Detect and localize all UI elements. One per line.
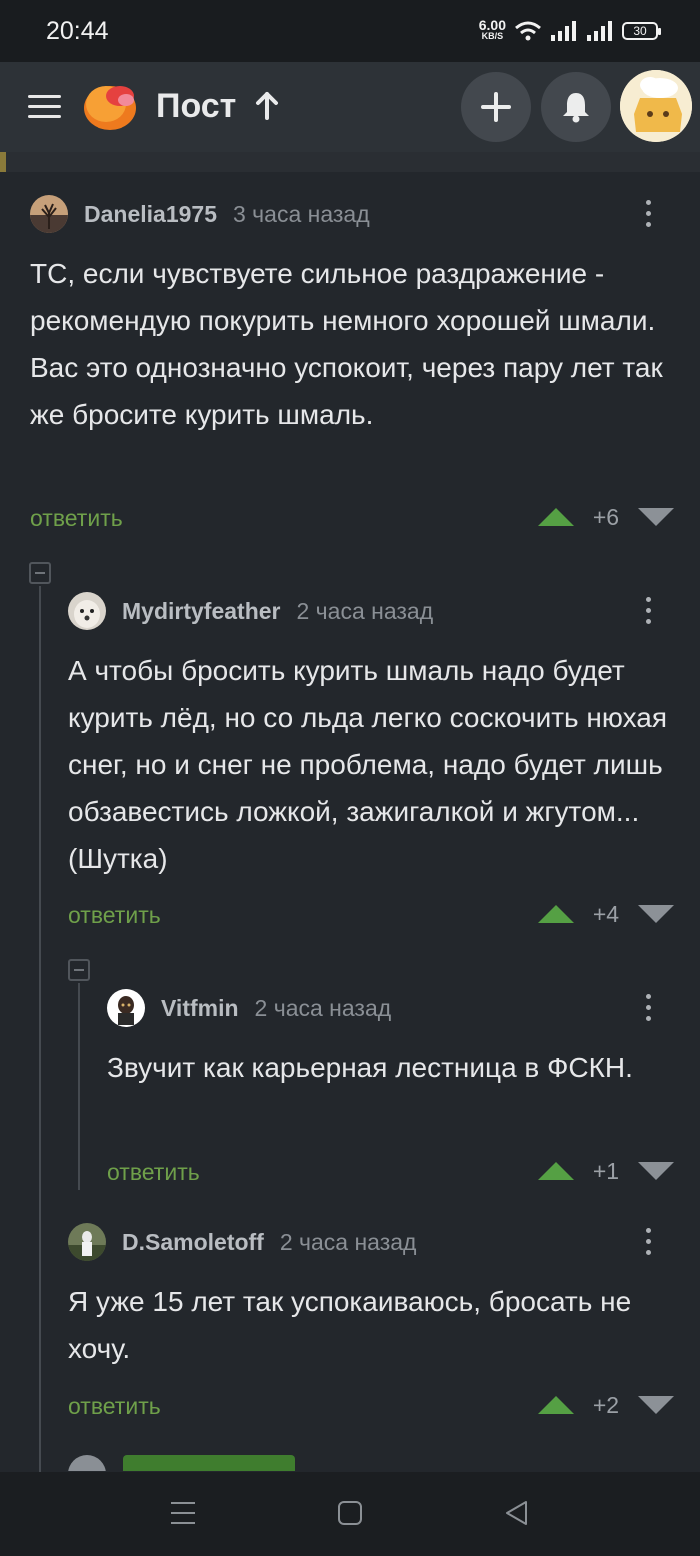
comment-author[interactable]: Mydirtyfeather (122, 598, 280, 625)
status-indicators: 6.00 KB/S 30 (478, 14, 661, 48)
more-options-icon[interactable] (644, 1224, 652, 1258)
home-icon[interactable] (335, 1498, 365, 1528)
signal-icon (587, 21, 612, 41)
previous-comment-fragment (0, 152, 700, 172)
comment-author[interactable]: Vitfmin (161, 995, 239, 1022)
avatar[interactable] (107, 989, 145, 1027)
comment: D.Samoletoff 2 часа назад Я уже 15 лет т… (68, 1222, 674, 1432)
more-options-icon[interactable] (644, 593, 652, 627)
avatar[interactable] (30, 195, 68, 233)
plus-icon (481, 92, 511, 122)
net-speed-value: 6.00 (478, 17, 506, 33)
recent-apps-icon[interactable] (168, 1498, 198, 1528)
vote-score: +2 (592, 1391, 620, 1418)
comment-header: D.Samoletoff 2 часа назад (68, 1222, 416, 1262)
battery-icon: 30 (622, 22, 661, 40)
back-icon[interactable] (502, 1498, 532, 1528)
comment-text: А чтобы бросить курить шмаль надо будет … (68, 655, 667, 874)
vote-controls: +4 (538, 899, 674, 929)
upvote-icon[interactable] (538, 1162, 574, 1180)
avatar (68, 1455, 106, 1471)
vote-controls: +2 (538, 1390, 674, 1420)
logo-icon[interactable] (82, 78, 140, 134)
comment-author[interactable]: Danelia1975 (84, 201, 217, 228)
net-speed-unit: KB/S (481, 31, 504, 41)
vote-score: +1 (592, 1157, 620, 1184)
notifications-button[interactable] (541, 72, 611, 142)
vote-score: +6 (592, 503, 620, 530)
thread-line (39, 586, 41, 1472)
status-bar: 20:44 6.00 KB/S 30 (0, 0, 700, 62)
arrow-up-icon[interactable] (254, 90, 280, 122)
comment-header: Vitfmin 2 часа назад (107, 988, 391, 1028)
thread-line (78, 983, 80, 1190)
more-options-icon[interactable] (644, 990, 652, 1024)
reply-button[interactable]: ответить (68, 902, 161, 929)
next-comment-fragment (68, 1455, 668, 1471)
comment-time: 2 часа назад (254, 994, 392, 1021)
comment-text: Я уже 15 лет так успокаиваюсь, бросать н… (68, 1286, 632, 1364)
system-nav-bar (0, 1472, 700, 1556)
reply-button[interactable]: ответить (30, 505, 123, 532)
vote-controls: +6 (538, 502, 674, 532)
collapse-thread-button[interactable] (68, 959, 90, 981)
comment-time: 3 часа назад (232, 200, 370, 227)
comment-text: ТС, если чувствуете сильное раздражение … (30, 258, 663, 430)
comment-author[interactable]: D.Samoletoff (122, 1229, 264, 1256)
menu-icon[interactable] (28, 95, 62, 119)
collapse-thread-button[interactable] (29, 562, 51, 584)
avatar[interactable] (68, 1223, 106, 1261)
comment-time: 2 часа назад (279, 1228, 417, 1255)
downvote-icon[interactable] (638, 905, 674, 923)
status-time: 20:44 (46, 17, 109, 45)
reply-button[interactable]: ответить (68, 1393, 161, 1420)
downvote-icon[interactable] (638, 508, 674, 526)
comment: Mydirtyfeather 2 часа назад А чтобы брос… (68, 591, 674, 931)
app-header: Пост (0, 62, 700, 152)
downvote-icon[interactable] (638, 1162, 674, 1180)
author-badge (123, 1455, 295, 1471)
avatar[interactable] (68, 592, 106, 630)
user-avatar[interactable] (620, 70, 692, 142)
reply-button[interactable]: ответить (107, 1159, 200, 1186)
signal-icon (551, 21, 576, 41)
page-title: Пост (156, 87, 237, 125)
vote-controls: +1 (538, 1156, 674, 1186)
comment-header: Danelia1975 3 часа назад (30, 194, 370, 234)
upvote-icon[interactable] (538, 1396, 574, 1414)
net-speed: 6.00 KB/S (478, 17, 506, 42)
upvote-icon[interactable] (538, 508, 574, 526)
comment-text: Звучит как карьерная лестница в ФСКН. (107, 1052, 633, 1083)
wifi-icon (515, 21, 541, 41)
comment-header: Mydirtyfeather 2 часа назад (68, 591, 433, 631)
add-post-button[interactable] (461, 72, 531, 142)
comment: Danelia1975 3 часа назад ТС, если чувств… (30, 194, 674, 534)
comment-time: 2 часа назад (296, 597, 434, 624)
more-options-icon[interactable] (644, 196, 652, 230)
vote-score: +4 (592, 900, 620, 927)
comment: Vitfmin 2 часа назад Звучит как карьерна… (107, 988, 674, 1198)
upvote-icon[interactable] (538, 905, 574, 923)
bell-icon (563, 93, 589, 123)
downvote-icon[interactable] (638, 1396, 674, 1414)
